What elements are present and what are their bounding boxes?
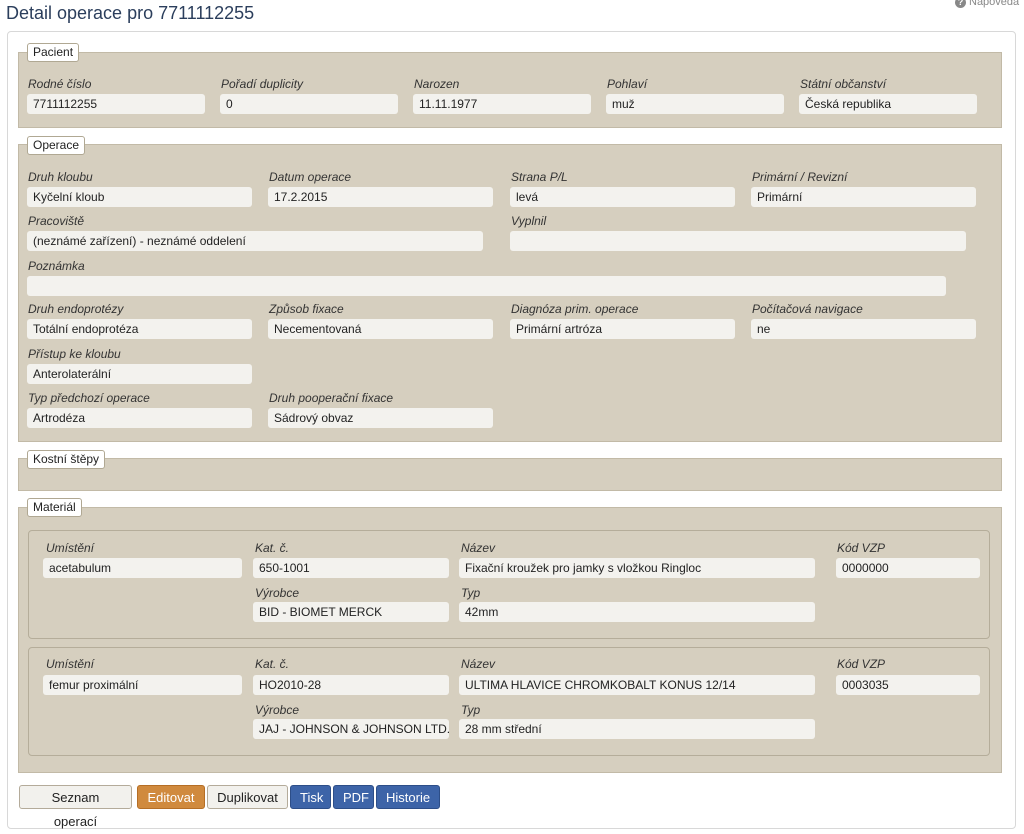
workplace-label: Pracoviště: [28, 214, 85, 228]
primrev-field: Primární: [751, 187, 976, 207]
type-label: Typ: [461, 703, 481, 717]
rc-label: Rodné číslo: [28, 77, 92, 91]
vzp-label: Kód VZP: [837, 541, 886, 555]
grafts-section: [18, 458, 1002, 491]
prevop-field: Artrodéza: [27, 408, 252, 428]
joint-label: Druh kloubu: [28, 170, 93, 184]
sex-label: Pohlaví: [607, 77, 648, 91]
endo-label: Druh endoprotézy: [28, 302, 124, 316]
born-label: Narozen: [414, 77, 460, 91]
access-label: Přístup ke kloubu: [28, 347, 121, 361]
patient-legend: Pacient: [27, 43, 80, 62]
help-link[interactable]: ? Nápověda: [955, 0, 1019, 8]
maker-field: BID - BIOMET MERCK: [253, 602, 449, 622]
name-field: ULTIMA HLAVICE CHROMKOBALT KONUS 12/14: [459, 675, 815, 695]
cat-field: HO2010-28: [253, 675, 449, 695]
pdf-button[interactable]: PDF: [333, 785, 374, 809]
filled-label: Vyplnil: [511, 214, 547, 228]
filled-field: [510, 231, 966, 251]
nav-label: Počítačová navigace: [752, 302, 863, 316]
date-label: Datum operace: [269, 170, 352, 184]
prevop-label: Typ předchozí operace: [28, 391, 150, 405]
dup-field: 0: [220, 94, 398, 114]
help-label: Nápověda: [969, 0, 1020, 8]
location-label: Umístění: [46, 657, 95, 671]
access-field: Anterolaterální: [27, 364, 252, 384]
note-field: [27, 276, 946, 296]
diag-label: Diagnóza prim. operace: [511, 302, 639, 316]
note-label: Poznámka: [28, 259, 85, 273]
postfix-field: Sádrový obvaz: [268, 408, 493, 428]
fix-field: Necementovaná: [268, 319, 493, 339]
location-field: acetabulum: [43, 558, 242, 578]
fix-label: Způsob fixace: [269, 302, 344, 316]
name-field: Fixační kroužek pro jamky s vložkou Ring…: [459, 558, 815, 578]
material-legend: Materiál: [27, 498, 82, 517]
print-button[interactable]: Tisk: [290, 785, 331, 809]
side-field: levá: [510, 187, 735, 207]
type-field: 28 mm střední: [459, 719, 815, 739]
vzp-label: Kód VZP: [837, 657, 886, 671]
maker-label: Výrobce: [255, 703, 300, 717]
citizen-label: Státní občanství: [800, 77, 887, 91]
maker-field: JAJ - JOHNSON & JOHNSON LTD.: [253, 719, 449, 739]
workplace-field: (neznámé zařízení) - neznámé oddelení: [27, 231, 483, 251]
dup-label: Pořadí duplicity: [221, 77, 304, 91]
operation-list-button[interactable]: Seznam operací: [19, 785, 132, 829]
cat-label: Kat. č.: [255, 657, 290, 671]
date-field: 17.2.2015: [268, 187, 493, 207]
cat-field: 650-1001: [253, 558, 449, 578]
nav-field: ne: [751, 319, 976, 339]
sex-field: muž: [606, 94, 784, 114]
name-label: Název: [461, 541, 496, 555]
location-field: femur proximální: [43, 675, 242, 695]
name-label: Název: [461, 657, 496, 671]
rc-field: 7711112255: [27, 94, 205, 114]
page-title: Detail operace pro 7711112255: [6, 3, 255, 23]
duplicate-button[interactable]: Duplikovat: [207, 785, 288, 809]
diag-field: Primární artróza: [510, 319, 735, 339]
citizen-field: Česká republika: [799, 94, 977, 114]
born-field: 11.11.1977: [413, 94, 591, 114]
postfix-label: Druh pooperační fixace: [269, 391, 394, 405]
side-label: Strana P/L: [511, 170, 568, 184]
maker-label: Výrobce: [255, 586, 300, 600]
joint-field: Kyčelní kloub: [27, 187, 252, 207]
grafts-legend: Kostní štěpy: [27, 450, 106, 469]
type-field: 42mm: [459, 602, 815, 622]
cat-label: Kat. č.: [255, 541, 290, 555]
edit-button[interactable]: Editovat: [137, 785, 205, 809]
operation-legend: Operace: [27, 136, 86, 155]
primrev-label: Primární / Revizní: [752, 170, 848, 184]
question-circle-icon: ?: [955, 0, 966, 8]
vzp-field: 0000000: [836, 558, 980, 578]
type-label: Typ: [461, 586, 481, 600]
history-button[interactable]: Historie: [376, 785, 440, 809]
location-label: Umístění: [46, 541, 95, 555]
vzp-field: 0003035: [836, 675, 980, 695]
endo-field: Totální endoprotéza: [27, 319, 252, 339]
